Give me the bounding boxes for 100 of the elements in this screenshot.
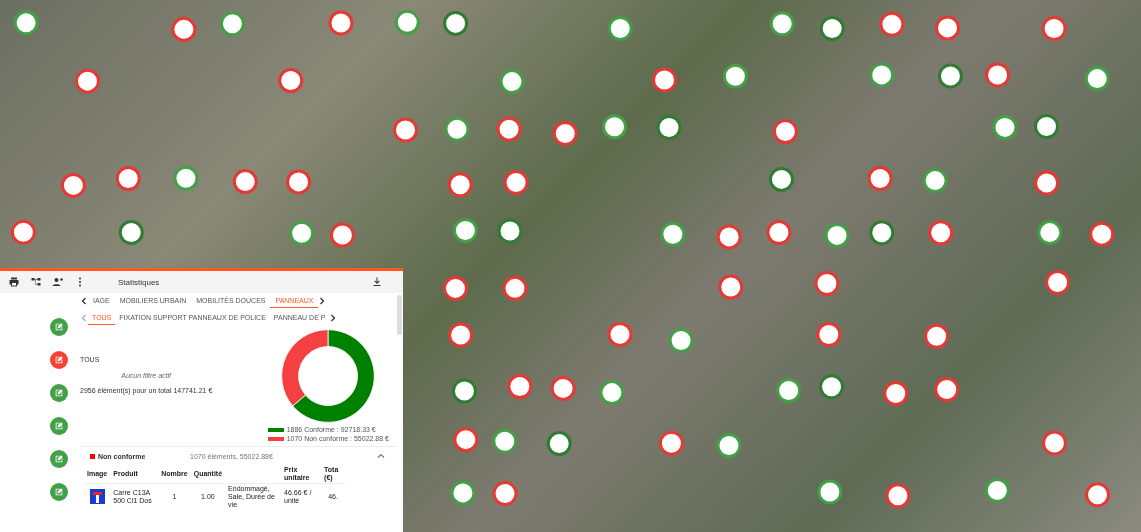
sign-marker-icon[interactable]: [118, 219, 144, 245]
sign-marker-icon[interactable]: [769, 11, 795, 37]
sign-marker-icon[interactable]: [219, 11, 245, 37]
sign-marker-icon[interactable]: [816, 322, 842, 347]
sign-marker-icon[interactable]: [984, 477, 1010, 503]
sign-marker-icon[interactable]: [716, 224, 742, 250]
chevron-icon[interactable]: [377, 452, 385, 460]
sign-marker-icon[interactable]: [602, 114, 627, 140]
edit-button[interactable]: [50, 417, 68, 435]
sign-marker-icon[interactable]: [550, 375, 576, 401]
chevron-left-icon[interactable]: [80, 297, 88, 305]
edit-icon: [54, 487, 64, 497]
sign-marker-icon[interactable]: [1045, 269, 1071, 295]
sign-marker-icon[interactable]: [451, 378, 477, 404]
sign-marker-icon[interactable]: [867, 165, 893, 191]
sign-marker-icon[interactable]: [171, 16, 197, 42]
sign-marker-icon[interactable]: [599, 380, 625, 406]
sign-marker-icon[interactable]: [393, 117, 418, 143]
sign-marker-icon[interactable]: [722, 63, 748, 89]
sign-marker-icon[interactable]: [13, 10, 39, 36]
edit-icon: [54, 355, 64, 365]
sign-marker-icon[interactable]: [817, 479, 843, 505]
sign-marker-icon[interactable]: [173, 165, 199, 191]
sign-marker-icon[interactable]: [232, 169, 258, 195]
sign-marker-icon[interactable]: [824, 222, 850, 248]
sign-marker-icon[interactable]: [115, 166, 141, 192]
download-icon[interactable]: [371, 276, 383, 288]
sign-marker-icon[interactable]: [814, 271, 840, 297]
sign-marker-icon[interactable]: [497, 218, 523, 244]
sign-marker-icon[interactable]: [819, 15, 845, 41]
sign-marker-icon[interactable]: [819, 374, 845, 400]
sign-marker-icon[interactable]: [329, 222, 355, 248]
sign-marker-icon[interactable]: [869, 220, 895, 246]
sign-marker-icon[interactable]: [652, 67, 677, 93]
sign-marker-icon[interactable]: [985, 62, 1011, 88]
panel-title: Statistiques: [118, 277, 161, 287]
edit-button[interactable]: [50, 450, 68, 468]
sign-marker-icon[interactable]: [1034, 170, 1060, 196]
dead-end-sign-icon: [89, 488, 105, 504]
sign-marker-icon[interactable]: [607, 16, 633, 41]
sign-marker-icon[interactable]: [499, 69, 525, 95]
sign-marker-icon[interactable]: [885, 483, 911, 509]
sign-marker-icon[interactable]: [883, 380, 909, 406]
sign-marker-icon[interactable]: [1041, 15, 1067, 41]
sign-marker-icon[interactable]: [289, 220, 315, 246]
sign-marker-icon[interactable]: [496, 116, 522, 142]
sign-marker-icon[interactable]: [1084, 66, 1110, 92]
sign-marker-icon[interactable]: [552, 120, 578, 146]
sign-marker-icon[interactable]: [656, 115, 682, 140]
edit-icon: [54, 454, 64, 464]
sign-marker-icon[interactable]: [546, 431, 572, 457]
edit-icon: [54, 388, 64, 398]
edit-icon: [54, 322, 64, 332]
sign-marker-icon[interactable]: [922, 168, 948, 194]
scrollbar[interactable]: [397, 295, 402, 335]
sign-marker-icon[interactable]: [658, 430, 684, 456]
sign-marker-icon[interactable]: [74, 68, 100, 94]
edit-button[interactable]: [50, 483, 68, 501]
sign-marker-icon[interactable]: [924, 323, 950, 349]
hierarchy-icon[interactable]: [30, 276, 42, 288]
sign-marker-icon[interactable]: [450, 480, 476, 506]
sign-marker-icon[interactable]: [766, 220, 792, 246]
sign-marker-icon[interactable]: [1089, 221, 1115, 247]
sign-marker-icon[interactable]: [1041, 430, 1067, 456]
sign-marker-icon[interactable]: [448, 322, 474, 348]
sign-marker-icon[interactable]: [992, 114, 1018, 140]
sign-marker-icon[interactable]: [937, 63, 963, 89]
sign-marker-icon[interactable]: [492, 428, 518, 454]
edit-button[interactable]: [50, 384, 68, 402]
sign-marker-icon[interactable]: [10, 219, 36, 245]
sign-marker-icon[interactable]: [869, 62, 895, 88]
sign-marker-icon[interactable]: [328, 10, 354, 36]
sign-marker-icon[interactable]: [286, 169, 312, 195]
sign-marker-icon[interactable]: [928, 220, 954, 246]
sign-marker-icon[interactable]: [394, 9, 420, 35]
sign-marker-icon[interactable]: [278, 68, 304, 94]
print-icon[interactable]: [8, 276, 20, 288]
sign-marker-icon[interactable]: [934, 377, 960, 403]
sign-marker-icon[interactable]: [444, 116, 470, 142]
edit-icon: [54, 421, 64, 431]
user-settings-icon[interactable]: [52, 276, 64, 288]
sign-marker-icon[interactable]: [716, 432, 742, 458]
sign-marker-icon[interactable]: [60, 172, 86, 198]
sign-marker-icon[interactable]: [879, 11, 905, 37]
sign-marker-icon[interactable]: [668, 327, 694, 353]
sign-marker-icon[interactable]: [453, 427, 479, 453]
edit-button[interactable]: [50, 351, 68, 369]
sign-marker-icon[interactable]: [503, 170, 529, 195]
sign-marker-icon[interactable]: [772, 119, 798, 145]
sign-marker-icon[interactable]: [447, 172, 473, 198]
sign-marker-icon[interactable]: [607, 321, 633, 347]
sign-marker-icon[interactable]: [492, 481, 518, 506]
sign-marker-icon[interactable]: [718, 274, 744, 300]
sign-marker-icon[interactable]: [1037, 220, 1063, 246]
sign-marker-icon[interactable]: [1085, 482, 1110, 508]
sign-marker-icon[interactable]: [507, 374, 533, 400]
sign-marker-icon[interactable]: [935, 15, 960, 41]
edit-button[interactable]: [50, 318, 68, 336]
sign-marker-icon[interactable]: [660, 221, 686, 247]
sign-marker-icon[interactable]: [502, 275, 528, 301]
